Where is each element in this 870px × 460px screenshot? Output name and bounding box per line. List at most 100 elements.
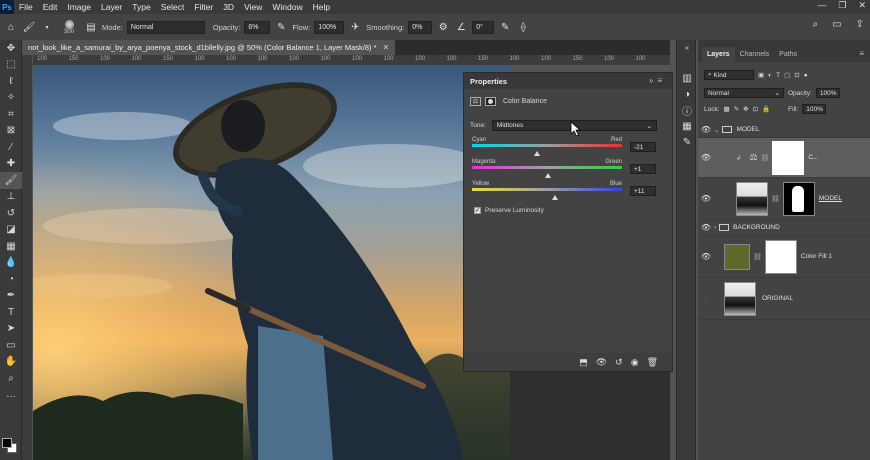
yellow-blue-value[interactable]: +11 [630, 186, 656, 196]
symmetry-icon[interactable]: ⟠ [516, 20, 530, 34]
quick-select-tool-icon[interactable]: ✧ [0, 90, 22, 107]
maximize-icon[interactable]: ❐ [838, 0, 846, 11]
document-tab[interactable]: not_look_like_a_samurai_by_arya_poenya_s… [22, 40, 396, 55]
layer-thumbnail[interactable] [724, 243, 750, 270]
menu-type[interactable]: Type [127, 2, 155, 12]
layer-mask-thumbnail[interactable] [782, 181, 815, 216]
share-icon[interactable]: ⇪ [856, 19, 864, 30]
blur-tool-icon[interactable]: 💧 [0, 255, 22, 272]
filter-smart-icon[interactable]: ⊡ [794, 71, 799, 79]
panel-menu-icon[interactable]: »≡ [649, 76, 666, 85]
layer-color-fill[interactable]: 👁 ⛓ Color Fill 1 [698, 236, 870, 278]
link-icon[interactable]: ⛓ [758, 154, 773, 162]
expand-panels-icon[interactable]: « [677, 40, 697, 56]
lock-artboard-icon[interactable]: ⊡ [753, 105, 758, 113]
pressure-opacity-icon[interactable]: ✎ [274, 20, 288, 34]
preserve-luminosity-row[interactable]: ✓ Preserve Luminosity [474, 207, 544, 214]
cyan-red-thumb[interactable] [533, 151, 540, 156]
menu-filter[interactable]: Filter [189, 2, 218, 12]
workspace-icon[interactable]: ▭ [832, 19, 841, 30]
eraser-tool-icon[interactable]: ◪ [0, 222, 22, 239]
chevron-down-icon[interactable]: ▾ [40, 20, 54, 34]
menu-edit[interactable]: Edit [38, 2, 63, 12]
cyan-red-track[interactable] [472, 144, 622, 147]
zoom-tool-icon[interactable]: ⌕ [0, 370, 22, 387]
close-icon[interactable]: ✕ [383, 43, 390, 52]
menu-help[interactable]: Help [308, 2, 335, 12]
menu-image[interactable]: Image [62, 2, 96, 12]
visibility-off-icon[interactable]: ▫ [698, 294, 714, 303]
layer-group-model[interactable]: 👁 ⌄ MODEL [698, 122, 870, 138]
layer-group-background[interactable]: 👁 › BACKGROUND [698, 220, 870, 236]
swatches-icon[interactable]: ▦ [677, 118, 697, 134]
layer-mask-thumbnail[interactable] [772, 140, 805, 175]
visibility-eye-icon[interactable]: 👁 [698, 252, 714, 261]
dodge-tool-icon[interactable]: ◔ [0, 271, 22, 288]
link-icon[interactable]: ⛓ [750, 253, 765, 261]
gradient-tool-icon[interactable]: ▦ [0, 238, 22, 255]
foreground-color-swatch[interactable] [2, 438, 12, 448]
close-icon[interactable]: ✕ [858, 0, 866, 11]
filter-toggle-icon[interactable]: ● [804, 72, 808, 79]
brush-settings-icon[interactable]: ✎ [677, 134, 697, 150]
search-icon[interactable]: ⌕ [813, 19, 819, 30]
gear-icon[interactable]: ⚙ [436, 20, 450, 34]
filter-type-icon[interactable]: T [776, 72, 780, 79]
view-previous-icon[interactable]: 👁 [596, 357, 607, 368]
more-tools-icon[interactable]: … [0, 387, 22, 404]
menu-window[interactable]: Window [267, 2, 307, 12]
brush-settings-icon[interactable]: ▤ [84, 20, 98, 34]
angle-field[interactable]: 0° [472, 20, 495, 34]
menu-file[interactable]: File [14, 2, 38, 12]
chevron-right-icon[interactable]: › [714, 224, 716, 231]
layer-mask-thumbnail[interactable] [764, 239, 797, 274]
link-icon[interactable]: ⛓ [768, 195, 783, 203]
menu-layer[interactable]: Layer [96, 2, 127, 12]
history-brush-icon[interactable]: ↺ [0, 205, 22, 222]
brush-preset-picker[interactable]: 300 [58, 16, 80, 38]
airbrush-icon[interactable]: ✈ [348, 20, 362, 34]
path-select-icon[interactable]: ➤ [0, 321, 22, 338]
home-icon[interactable]: ⌂ [4, 20, 18, 34]
magenta-green-slider[interactable]: Magenta Green [472, 159, 622, 178]
marquee-tool-icon[interactable]: ⬚ [0, 57, 22, 74]
eyedropper-tool-icon[interactable]: ⁄ [0, 139, 22, 156]
filter-adjust-icon[interactable]: ◐ [768, 72, 772, 79]
mode-select[interactable]: Normal [126, 20, 205, 34]
layer-mask-icon[interactable] [485, 97, 496, 106]
flow-field[interactable]: 100% [314, 20, 345, 34]
opacity-field[interactable]: 6% [244, 20, 271, 34]
cyan-red-value[interactable]: -21 [630, 142, 656, 152]
yellow-blue-slider[interactable]: Yellow Blue [472, 181, 622, 200]
clip-to-layer-icon[interactable]: ⬒ [579, 357, 588, 368]
canvas[interactable] [33, 66, 510, 460]
tab-layers[interactable]: Layers [702, 47, 735, 62]
stamp-tool-icon[interactable]: ⊥ [0, 189, 22, 206]
move-tool-icon[interactable]: ✥ [0, 40, 22, 57]
color-balance-icon[interactable]: ⚖ [470, 97, 481, 106]
pressure-size-icon[interactable]: ✎ [498, 20, 512, 34]
lasso-tool-icon[interactable]: ℓ [0, 73, 22, 90]
layer-original[interactable]: ▫ ORIGINAL [698, 278, 870, 320]
magenta-green-value[interactable]: +1 [630, 164, 656, 174]
visibility-eye-icon[interactable]: 👁 [698, 153, 714, 162]
lock-transparent-icon[interactable]: ▩ [724, 105, 730, 113]
visibility-eye-icon[interactable]: 👁 [698, 194, 714, 203]
menu-select[interactable]: Select [156, 2, 190, 12]
histogram-icon[interactable]: ▥ [677, 70, 697, 86]
smoothing-field[interactable]: 0% [408, 20, 433, 34]
pen-tool-icon[interactable]: ✒ [0, 288, 22, 305]
lock-paint-icon[interactable]: ✎ [734, 105, 739, 113]
yellow-blue-track[interactable] [472, 188, 622, 191]
brush-tool-icon[interactable]: 🖌 [22, 20, 36, 34]
lock-position-icon[interactable]: ✥ [743, 105, 748, 113]
magenta-green-track[interactable] [472, 166, 622, 169]
healing-tool-icon[interactable]: ✚ [0, 156, 22, 173]
visibility-eye-icon[interactable]: 👁 [698, 223, 714, 232]
layer-color-balance[interactable]: 👁 ↲ ⚖ ⛓ C... [698, 138, 870, 178]
visibility-icon[interactable]: ◉ [631, 357, 639, 368]
preserve-luminosity-checkbox[interactable]: ✓ [474, 207, 481, 214]
lock-all-icon[interactable]: 🔒 [762, 105, 770, 113]
magenta-green-thumb[interactable] [544, 173, 551, 178]
chevron-down-icon[interactable]: ⌄ [714, 126, 719, 134]
